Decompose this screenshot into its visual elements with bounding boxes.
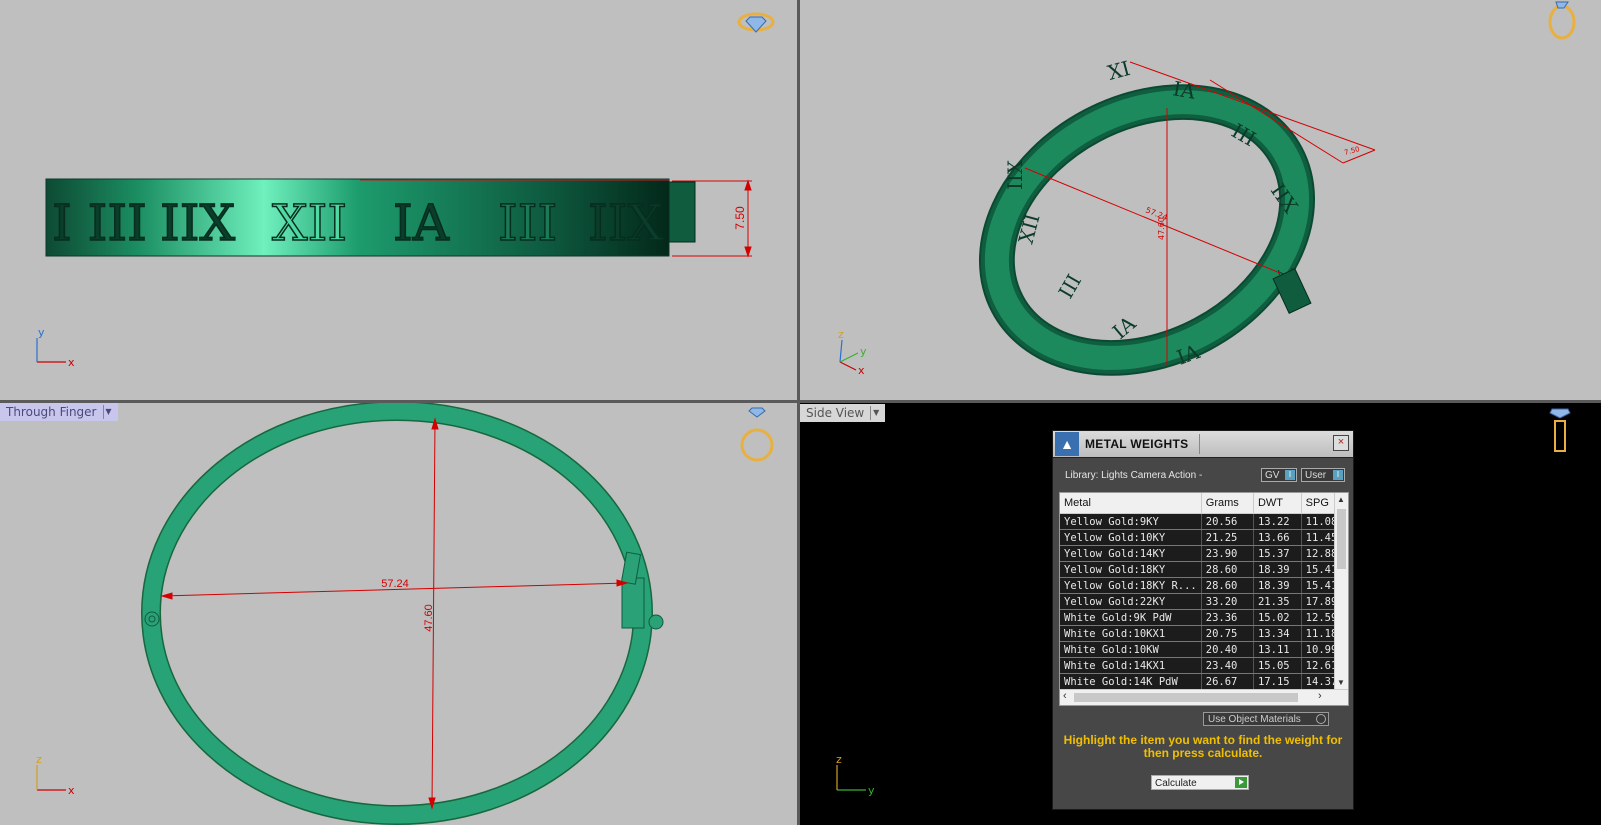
- column-header-dwt[interactable]: DWT: [1253, 493, 1302, 514]
- table-row[interactable]: White Gold:9K PdW 23.36 15.02 12.59: [1060, 609, 1348, 626]
- use-object-materials-checkbox[interactable]: Use Object Materials: [1203, 712, 1329, 726]
- column-header-metal[interactable]: Metal: [1060, 493, 1202, 514]
- viewport-label-text: Side View: [806, 406, 865, 420]
- library-label: Library: Lights Camera Action -: [1065, 469, 1203, 481]
- gv-label: GV: [1265, 470, 1280, 481]
- perspective-view-scene: XI IA III IIX XI IA IA III XII IIX 57.24…: [838, 1, 1576, 377]
- svg-text:III: III: [1054, 270, 1087, 303]
- svg-text:III: III: [498, 194, 557, 252]
- top-axis-x: x: [68, 784, 75, 797]
- user-toggle[interactable]: User I: [1301, 468, 1345, 482]
- chevron-down-icon[interactable]: ▼: [102, 405, 114, 419]
- viewport-side[interactable]: y z Side View ▼ ▲ METAL WEIGHTS × Librar…: [800, 403, 1601, 825]
- front-nav-gizmo[interactable]: [737, 12, 775, 33]
- front-dimension-label: 7.50: [733, 206, 747, 230]
- table-row[interactable]: Yellow Gold:9KY 20.56 13.22 11.08: [1060, 513, 1348, 530]
- table-row[interactable]: Yellow Gold:10KY 21.25 13.66 11.45: [1060, 529, 1348, 546]
- panel-titlebar[interactable]: ▲ METAL WEIGHTS ×: [1053, 431, 1353, 458]
- viewport-label-through-finger[interactable]: Through Finger ▼: [0, 403, 118, 421]
- close-button[interactable]: ×: [1333, 435, 1349, 451]
- vertical-scrollbar[interactable]: ▲ ▼: [1334, 493, 1348, 689]
- table-row[interactable]: Yellow Gold:18KY R... 28.60 18.39 15.41: [1060, 577, 1348, 594]
- svg-text:IIX: IIX: [160, 194, 236, 252]
- ring-outline[interactable]: [142, 403, 652, 824]
- chevron-down-icon[interactable]: ▼: [1337, 678, 1345, 687]
- side-axis-y: y: [868, 784, 875, 797]
- chevron-right-icon[interactable]: ›: [1318, 690, 1322, 702]
- side-axis-z: z: [836, 753, 842, 766]
- metal-table[interactable]: Metal Grams DWT SPG Yellow Gold:9KY 20.56…: [1059, 492, 1349, 706]
- toggle-icon: I: [1285, 470, 1295, 480]
- title-divider: [1199, 434, 1200, 454]
- axis-y-label: y: [38, 326, 45, 339]
- user-label: User: [1305, 470, 1327, 481]
- table-row[interactable]: Yellow Gold:18KY 28.60 18.39 15.41: [1060, 561, 1348, 578]
- flask-icon: ▲: [1055, 432, 1079, 456]
- perspective-dim-c: 7.50: [1343, 145, 1360, 157]
- svg-text:IIX: IIX: [588, 194, 664, 252]
- top-dimensions: [160, 417, 629, 810]
- svg-text:IA: IA: [1171, 76, 1198, 104]
- toggle-icon: I: [1333, 470, 1343, 480]
- axis-x-label: x: [68, 356, 75, 369]
- table-row[interactable]: Yellow Gold:22KY 33.20 21.35 17.89: [1060, 593, 1348, 610]
- horizontal-scrollbar[interactable]: ‹ ›: [1060, 689, 1348, 705]
- side-nav-gizmo[interactable]: [1549, 408, 1571, 452]
- bracelet-clasp[interactable]: [668, 181, 696, 243]
- perspective-axis-tripod: [839, 339, 859, 371]
- svg-text:I III: I III: [52, 194, 147, 252]
- front-view-scene: I III IIX XII IA III IIX 7.50 x y: [36, 12, 775, 369]
- table-row[interactable]: White Gold:10KW 20.40 13.11 10.99: [1060, 641, 1348, 658]
- svg-text:IA: IA: [393, 194, 450, 252]
- table-row[interactable]: White Gold:14K PdW 26.67 17.15 14.37: [1060, 673, 1348, 690]
- persp-axis-z: z: [838, 328, 844, 341]
- persp-axis-y: y: [860, 345, 867, 358]
- gv-toggle[interactable]: GV I: [1261, 468, 1297, 482]
- table-row[interactable]: White Gold:10KX1 20.75 13.34 11.18: [1060, 625, 1348, 642]
- clasp-block[interactable]: [621, 577, 645, 629]
- viewport-through-finger[interactable]: 57.24 47.60 x z Through Finger ▼: [0, 403, 797, 825]
- table-row[interactable]: White Gold:14KX1 23.40 15.05 12.61: [1060, 657, 1348, 674]
- svg-text:XI: XI: [1105, 56, 1133, 85]
- checkbox-icon[interactable]: [1316, 714, 1326, 724]
- viewport-label-text: Through Finger: [6, 405, 97, 419]
- top-nav-gizmo[interactable]: [740, 407, 774, 462]
- panel-title: METAL WEIGHTS: [1085, 437, 1189, 451]
- top-axis-z: z: [36, 753, 42, 766]
- column-header-grams[interactable]: Grams: [1201, 493, 1254, 514]
- persp-axis-x: x: [858, 364, 865, 377]
- play-icon: [1235, 777, 1247, 788]
- viewport-perspective[interactable]: XI IA III IIX XI IA IA III XII IIX 57.24…: [800, 0, 1601, 400]
- scroll-thumb[interactable]: [1074, 693, 1298, 702]
- instruction-text: Highlight the item you want to find the …: [1063, 733, 1343, 760]
- use-object-materials-label: Use Object Materials: [1208, 714, 1301, 725]
- hinge-pin: [144, 611, 160, 627]
- through-finger-scene: 57.24 47.60 x z: [36, 403, 774, 825]
- metal-weights-panel[interactable]: ▲ METAL WEIGHTS × Library: Lights Camera…: [1052, 430, 1354, 810]
- perspective-dim-b: 47.60: [1157, 217, 1166, 240]
- top-dim-height: 47.60: [423, 604, 435, 632]
- front-axis-tripod: [36, 338, 66, 363]
- svg-text:XII: XII: [272, 194, 347, 252]
- svg-text:IIX: IIX: [1003, 159, 1027, 190]
- viewport-front[interactable]: I III IIX XII IA III IIX 7.50 x y: [0, 0, 797, 400]
- top-axis-tripod: [36, 765, 66, 791]
- calculate-button[interactable]: Calculate: [1151, 775, 1249, 790]
- calculate-label: Calculate: [1155, 778, 1197, 789]
- side-axis-tripod: [836, 765, 866, 791]
- table-row[interactable]: Yellow Gold:14KY 23.90 15.37 12.88: [1060, 545, 1348, 562]
- perspective-nav-gizmo[interactable]: [1548, 1, 1576, 40]
- chevron-down-icon[interactable]: ▼: [870, 406, 881, 420]
- top-dim-width: 57.24: [381, 578, 409, 590]
- scroll-thumb[interactable]: [1337, 509, 1346, 569]
- viewport-label-side[interactable]: Side View ▼: [800, 404, 886, 422]
- chevron-left-icon[interactable]: ‹: [1063, 690, 1067, 702]
- chevron-up-icon[interactable]: ▲: [1337, 495, 1345, 504]
